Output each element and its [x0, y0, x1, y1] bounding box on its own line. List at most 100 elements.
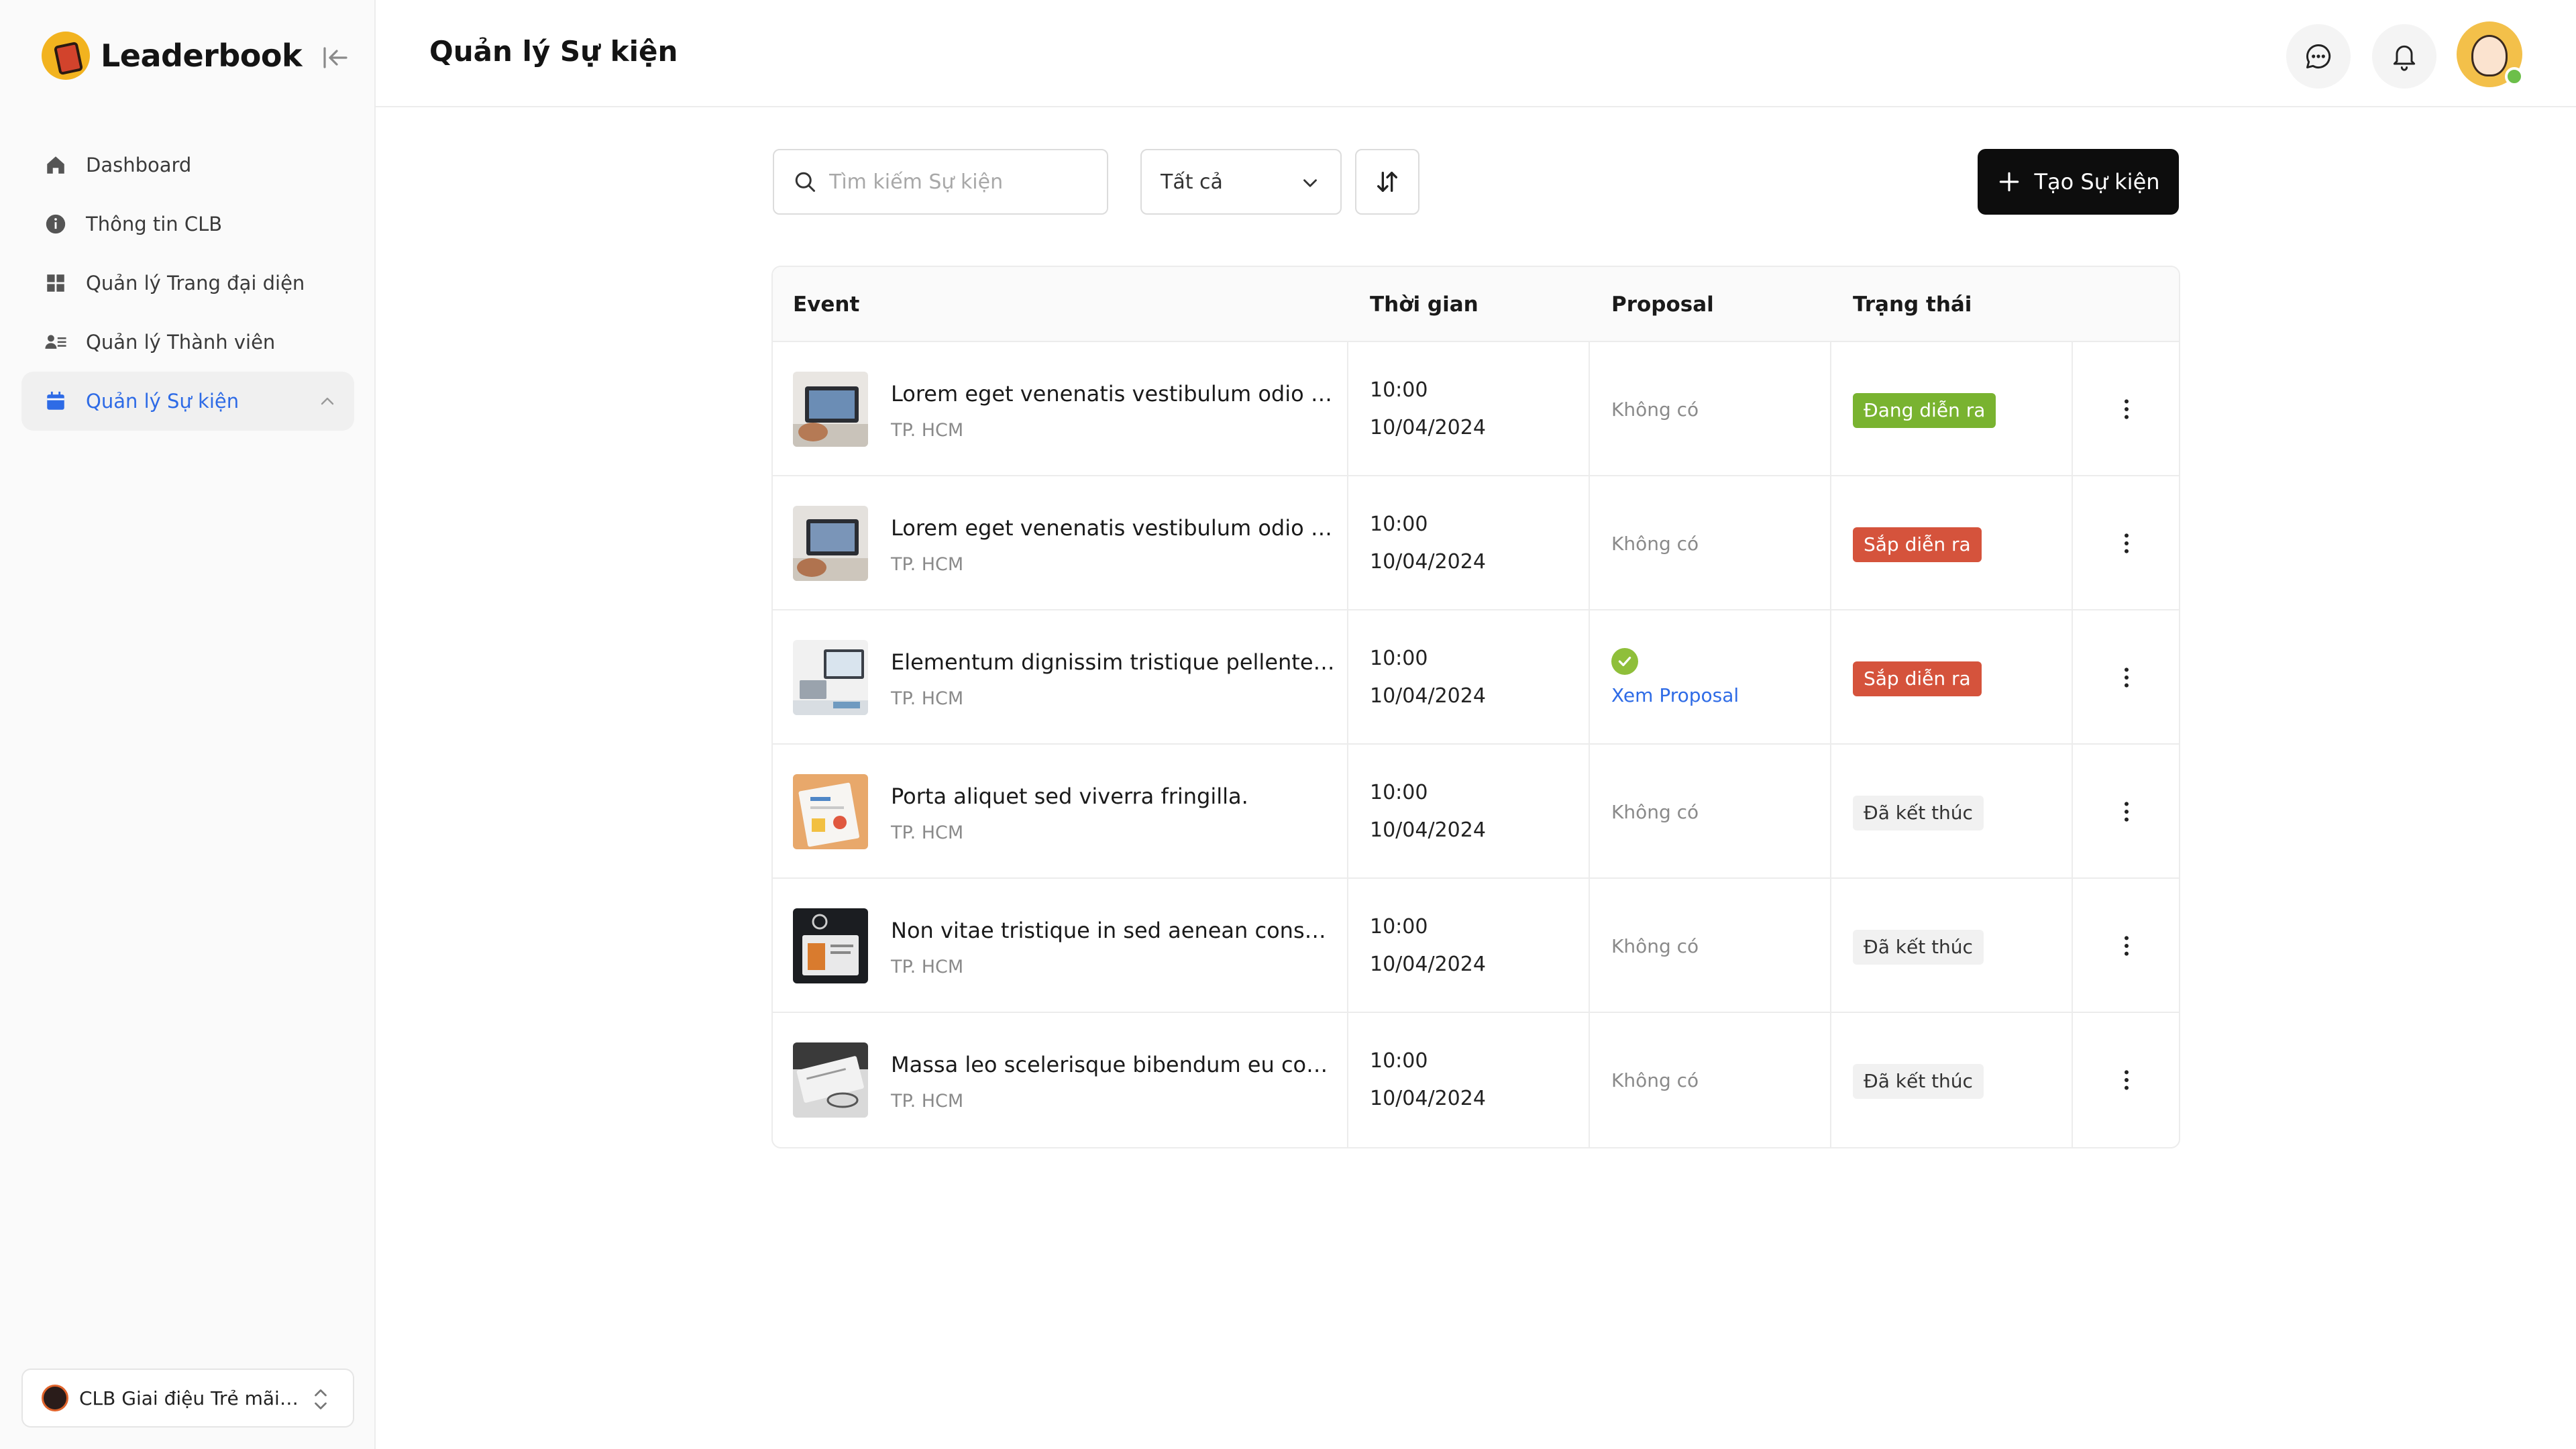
event-date: 10/04/2024 [1370, 818, 1486, 842]
proposal-value: Không có [1611, 398, 1699, 421]
notifications-button[interactable] [2372, 24, 2436, 89]
event-thumbnail [793, 506, 868, 581]
event-name[interactable]: Non vitae tristique in sed aenean consec… [891, 918, 1336, 943]
events-table: Event Thời gian Proposal Trạng thái Lore… [771, 266, 2180, 1148]
sort-button[interactable] [1355, 149, 1419, 215]
event-date: 10/04/2024 [1370, 416, 1486, 439]
event-name[interactable]: Lorem eget venenatis vestibulum odio ege… [891, 381, 1336, 407]
sidebar-item-dashboard[interactable]: Dashboard [21, 136, 354, 195]
sidebar-item-label: Quản lý Sự kiện [86, 390, 239, 413]
event-thumbnail [793, 640, 868, 715]
proposal-value: Không có [1611, 935, 1699, 957]
event-thumbnail [793, 1042, 868, 1118]
more-vertical-icon [2125, 802, 2129, 822]
members-icon [44, 331, 67, 354]
search-icon [795, 172, 815, 192]
status-badge: Đã kết thúc [1853, 1064, 1984, 1099]
collapse-sidebar-button[interactable] [319, 42, 352, 74]
status-badge: Đang diễn ra [1853, 393, 1996, 428]
top-header: Quản lý Sự kiện [376, 0, 2576, 107]
column-header-proposal: Proposal [1611, 292, 1714, 317]
collapse-left-icon [323, 47, 347, 68]
brand-name: Leaderbook [101, 38, 303, 74]
brand[interactable]: Leaderbook [42, 30, 303, 82]
event-location: TP. HCM [891, 1091, 964, 1112]
club-name: CLB Giai điệu Trẻ mãi k... [79, 1387, 301, 1409]
view-proposal-link[interactable]: Xem Proposal [1611, 684, 1739, 706]
event-thumbnail [793, 372, 868, 447]
proposal-value: Không có [1611, 1069, 1699, 1091]
row-actions-button[interactable] [2108, 390, 2145, 428]
status-badge: Đã kết thúc [1853, 930, 1984, 965]
event-thumbnail [793, 908, 868, 983]
row-actions-button[interactable] [2108, 659, 2145, 696]
sidebar-item-label: Quản lý Thành viên [86, 331, 276, 354]
event-name[interactable]: Lorem eget venenatis vestibulum odio ege… [891, 515, 1336, 541]
event-time: 10:00 [1370, 781, 1428, 804]
table-row[interactable]: Elementum dignissim tristique pellentesq… [773, 610, 2179, 745]
page-title: Quản lý Sự kiện [429, 35, 678, 68]
event-date: 10/04/2024 [1370, 550, 1486, 574]
chat-bubble-icon [2306, 44, 2331, 68]
more-vertical-icon [2125, 399, 2129, 419]
event-location: TP. HCM [891, 420, 964, 441]
sidebar-item-label: Dashboard [86, 154, 192, 176]
table-row[interactable]: Massa leo scelerisque bibendum eu commod… [773, 1013, 2179, 1147]
user-avatar[interactable] [2457, 21, 2524, 87]
proposal-check-icon [1611, 648, 1638, 675]
event-location: TP. HCM [891, 957, 964, 977]
search-box[interactable] [773, 149, 1108, 215]
sidebar-item-club-info[interactable]: Thông tin CLB [21, 195, 354, 254]
search-input[interactable] [829, 170, 1097, 194]
leaderbook-logo-icon [42, 32, 90, 80]
event-date: 10/04/2024 [1370, 684, 1486, 708]
bell-icon [2393, 45, 2416, 71]
event-date: 10/04/2024 [1370, 1087, 1486, 1110]
event-location: TP. HCM [891, 688, 964, 709]
sidebar-nav: Dashboard Thông tin CLB Quản lý Trang đạ… [21, 136, 354, 431]
event-name[interactable]: Massa leo scelerisque bibendum eu commod… [891, 1052, 1336, 1077]
home-icon [44, 154, 67, 176]
event-location: TP. HCM [891, 554, 964, 575]
row-actions-button[interactable] [2108, 1061, 2145, 1099]
proposal-value: Không có [1611, 801, 1699, 823]
calendar-icon [44, 390, 67, 413]
event-name[interactable]: Elementum dignissim tristique pellentesq… [891, 649, 1336, 675]
row-actions-button[interactable] [2108, 927, 2145, 965]
sidebar-item-label: Thông tin CLB [86, 213, 223, 235]
column-header-status: Trạng thái [1853, 292, 1972, 317]
table-row[interactable]: Porta aliquet sed viverra fringilla. TP.… [773, 745, 2179, 879]
proposal-value: Không có [1611, 533, 1699, 555]
status-badge: Sắp diễn ra [1853, 661, 1982, 696]
column-header-time: Thời gian [1370, 292, 1479, 317]
messages-button[interactable] [2286, 24, 2351, 89]
online-status-indicator [2505, 67, 2524, 86]
sidebar-item-members[interactable]: Quản lý Thành viên [21, 313, 354, 372]
event-time: 10:00 [1370, 378, 1428, 402]
table-row[interactable]: Lorem eget venenatis vestibulum odio ege… [773, 342, 2179, 476]
create-event-label: Tạo Sự kiện [2034, 169, 2160, 195]
club-switcher[interactable]: CLB Giai điệu Trẻ mãi k... [21, 1368, 354, 1428]
event-name[interactable]: Porta aliquet sed viverra fringilla. [891, 784, 1336, 809]
avatar-face-icon [2471, 35, 2508, 76]
event-location: TP. HCM [891, 822, 964, 843]
row-actions-button[interactable] [2108, 793, 2145, 830]
event-time: 10:00 [1370, 915, 1428, 938]
table-row[interactable]: Non vitae tristique in sed aenean consec… [773, 879, 2179, 1013]
more-vertical-icon [2125, 1070, 2129, 1090]
plus-icon [2000, 172, 2019, 192]
sort-arrows-icon [1377, 172, 1397, 192]
sidebar-item-events[interactable]: Quản lý Sự kiện [21, 372, 354, 431]
chevron-up-down-icon [309, 1386, 333, 1413]
info-icon [44, 213, 67, 235]
more-vertical-icon [2125, 667, 2129, 688]
create-event-button[interactable]: Tạo Sự kiện [1978, 149, 2179, 215]
table-row[interactable]: Lorem eget venenatis vestibulum odio ege… [773, 476, 2179, 610]
row-actions-button[interactable] [2108, 525, 2145, 562]
status-filter-select[interactable]: Tất cả [1140, 149, 1342, 215]
event-date: 10/04/2024 [1370, 953, 1486, 976]
sidebar-item-label: Quản lý Trang đại diện [86, 272, 305, 294]
table-header: Event Thời gian Proposal Trạng thái [773, 267, 2179, 342]
sidebar-item-profile-page[interactable]: Quản lý Trang đại diện [21, 254, 354, 313]
chevron-up-icon[interactable] [317, 390, 338, 412]
